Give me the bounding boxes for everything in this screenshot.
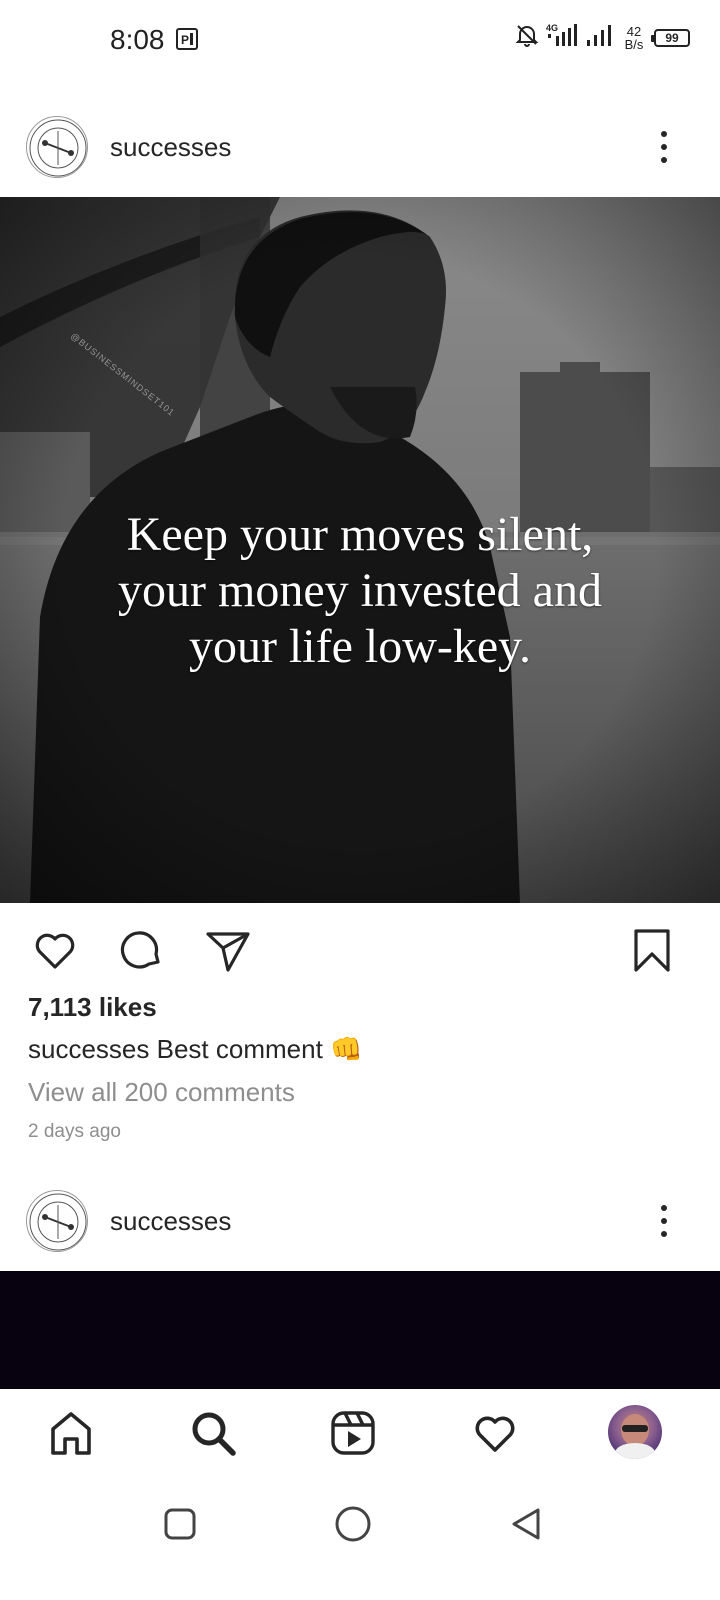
like-count[interactable]: 7,113 likes bbox=[28, 992, 157, 1023]
quote-line: your life low-key. bbox=[188, 620, 532, 673]
view-all-comments-link[interactable]: View all 200 comments bbox=[28, 1077, 295, 1108]
heart-icon[interactable] bbox=[31, 926, 79, 974]
dot bbox=[661, 1218, 667, 1224]
dot bbox=[661, 1205, 667, 1211]
post-avatar[interactable] bbox=[26, 1190, 88, 1252]
bookmark-icon[interactable] bbox=[628, 926, 676, 974]
post-avatar[interactable] bbox=[26, 116, 88, 178]
quote-line: your money invested and bbox=[118, 564, 602, 617]
dot bbox=[661, 1231, 667, 1237]
caption-emoji: 👊 bbox=[330, 1034, 363, 1064]
post-header: successes bbox=[0, 107, 720, 187]
signal-4g-icon: 4G bbox=[546, 22, 580, 53]
net-speed-unit: B/s bbox=[624, 36, 644, 52]
net-speed-value: 42 bbox=[626, 23, 642, 39]
mute-bell-icon bbox=[514, 22, 540, 53]
caption-text: Best comment bbox=[156, 1034, 323, 1064]
next-post-image[interactable] bbox=[0, 1271, 720, 1389]
home-icon[interactable] bbox=[45, 1407, 97, 1459]
status-bar: 8:08 P 4G 42 B/s 99 bbox=[0, 0, 720, 80]
screen-record-icon: P bbox=[176, 28, 198, 55]
bottom-nav bbox=[0, 1389, 720, 1477]
post-image[interactable]: @BUSINESSMINDSET101 Keep your moves sile… bbox=[0, 197, 720, 903]
battery-indicator: 99 bbox=[651, 28, 690, 47]
dot bbox=[661, 157, 667, 163]
more-options-button[interactable] bbox=[652, 127, 676, 167]
status-time: 8:08 bbox=[110, 24, 165, 55]
svg-text:P: P bbox=[181, 33, 189, 47]
signal-icon bbox=[586, 22, 614, 53]
reels-icon[interactable] bbox=[327, 1407, 379, 1459]
quote-text: Keep your moves silent, your money inves… bbox=[0, 507, 720, 675]
search-icon[interactable] bbox=[187, 1407, 239, 1459]
post-timestamp: 2 days ago bbox=[28, 1121, 121, 1142]
post-actions bbox=[0, 920, 720, 980]
caption: successes Best comment 👊 bbox=[28, 1034, 362, 1065]
quote-line: Keep your moves silent, bbox=[126, 508, 594, 561]
send-icon[interactable] bbox=[204, 926, 252, 974]
net-speed: 42 B/s bbox=[620, 25, 648, 51]
activity-heart-icon[interactable] bbox=[469, 1407, 521, 1459]
home-button[interactable] bbox=[331, 1502, 375, 1546]
post-username[interactable]: successes bbox=[110, 132, 231, 163]
status-icons: 4G 42 B/s 99 bbox=[514, 22, 690, 53]
caption-username[interactable]: successes bbox=[28, 1034, 149, 1064]
dot bbox=[661, 144, 667, 150]
recents-button[interactable] bbox=[158, 1502, 202, 1546]
post-username[interactable]: successes bbox=[110, 1206, 231, 1237]
back-button[interactable] bbox=[504, 1502, 548, 1546]
post-header: successes bbox=[0, 1181, 720, 1261]
system-nav bbox=[0, 1480, 720, 1600]
more-options-button[interactable] bbox=[652, 1201, 676, 1241]
svg-text:4G: 4G bbox=[546, 23, 558, 33]
profile-avatar[interactable] bbox=[608, 1405, 662, 1459]
dot bbox=[661, 131, 667, 137]
comment-icon[interactable] bbox=[117, 926, 165, 974]
